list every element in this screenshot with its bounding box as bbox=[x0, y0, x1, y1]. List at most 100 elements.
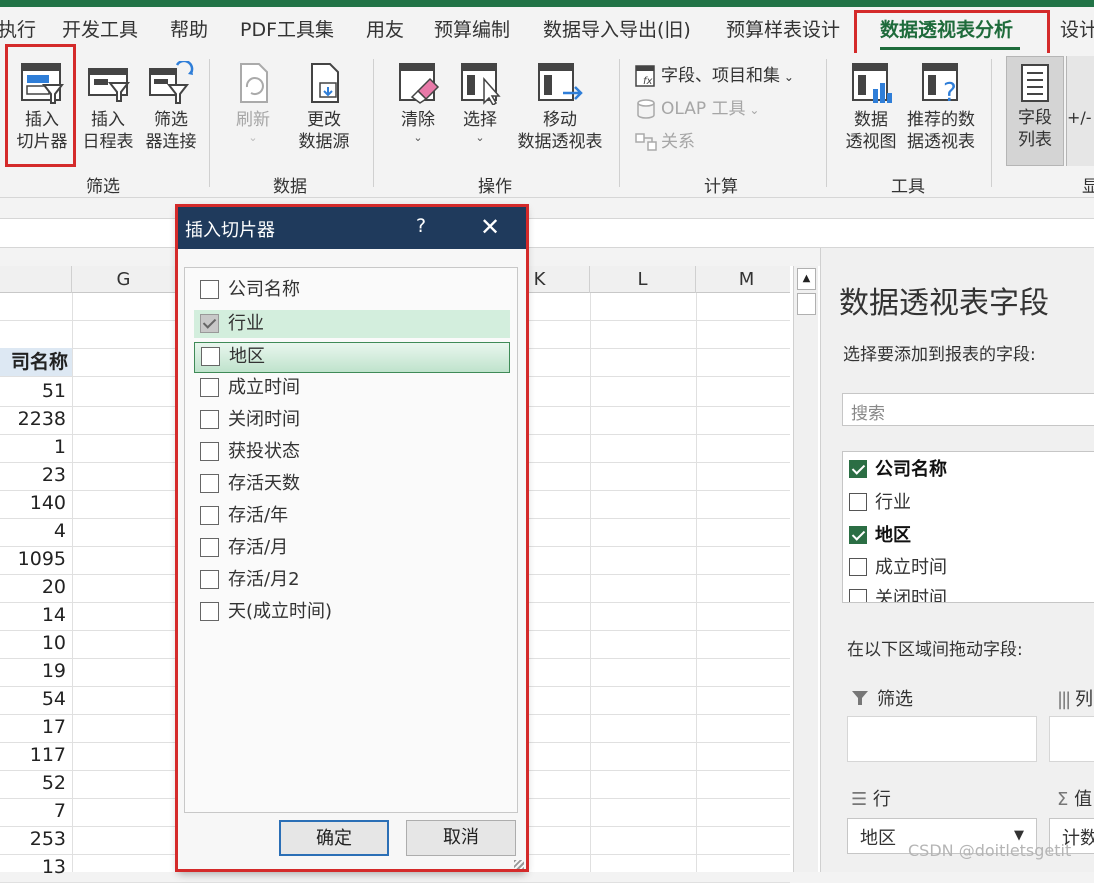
plus-minus-label: +/- bbox=[1067, 108, 1092, 127]
value-cell[interactable]: 51 bbox=[0, 380, 66, 402]
value-cell[interactable]: 117 bbox=[0, 744, 66, 766]
pane-field-label: 行业 bbox=[875, 492, 911, 513]
refresh-label: 刷新 bbox=[236, 110, 270, 130]
checkbox-icon[interactable] bbox=[849, 589, 867, 602]
plus-minus-button[interactable]: +/- bbox=[1066, 56, 1094, 166]
checkbox-icon[interactable] bbox=[849, 558, 867, 576]
group-label-tools: 工具 bbox=[891, 177, 925, 197]
tab-pdf-tools[interactable]: PDF工具集 bbox=[240, 15, 334, 42]
field-list-content: 字段 列表 bbox=[1007, 63, 1063, 151]
refresh-button[interactable]: 刷新 ⌄ bbox=[224, 61, 282, 145]
change-data-source-button[interactable]: 更改 数据源 bbox=[284, 61, 364, 153]
olap-tools-button[interactable]: OLAP 工具 ⌄ bbox=[634, 94, 759, 121]
tab-developer[interactable]: 开发工具 bbox=[62, 15, 138, 42]
slicer-highlight-box bbox=[5, 44, 76, 167]
columns-icon: ||| bbox=[1057, 689, 1071, 710]
filters-drop-area[interactable] bbox=[847, 716, 1037, 762]
pane-field-item[interactable]: 公司名称 bbox=[849, 455, 947, 481]
pane-field-label: 关闭时间 bbox=[875, 588, 947, 603]
fields-items-sets-button[interactable]: fx 字段、项目和集 ⌄ bbox=[634, 61, 794, 88]
ribbon: 插入 切片器 插入 日程表 筛选 器连接 筛选 刷新 ⌄ 更改 数据源 数据 清… bbox=[0, 53, 1094, 198]
relationships-button[interactable]: 关系 bbox=[634, 127, 695, 154]
field-search-input[interactable]: 搜索 bbox=[842, 393, 1094, 426]
pane-field-item[interactable]: 关闭时间 bbox=[849, 584, 947, 603]
vertical-scrollbar[interactable]: ▲ bbox=[793, 266, 818, 872]
clear-label: 清除 bbox=[401, 110, 435, 130]
column-header-l[interactable]: L bbox=[590, 266, 696, 293]
title-strip bbox=[0, 0, 1094, 7]
relationships-icon bbox=[635, 133, 657, 151]
recommended-pivot-button[interactable]: ? 推荐的数 据透视表 bbox=[900, 61, 982, 153]
pane-field-item[interactable]: 地区 bbox=[849, 521, 911, 547]
values-area-header: Σ 值 bbox=[1057, 785, 1092, 811]
pane-field-label: 成立时间 bbox=[875, 557, 947, 578]
ribbon-gap bbox=[0, 198, 1094, 218]
cylinder-icon bbox=[637, 99, 655, 119]
columns-drop-area[interactable] bbox=[1049, 716, 1094, 762]
group-label-show: 显 bbox=[1082, 177, 1094, 197]
column-header-g[interactable]: G bbox=[72, 266, 176, 293]
move-pivot-button[interactable]: 移动 数据透视表 bbox=[512, 61, 608, 153]
group-label-actions: 操作 bbox=[478, 177, 512, 197]
select-label: 选择 bbox=[463, 110, 497, 130]
value-cell[interactable]: 13 bbox=[0, 856, 66, 878]
scroll-thumb[interactable] bbox=[797, 293, 816, 315]
value-cell[interactable]: 4 bbox=[0, 520, 66, 542]
column-header-m[interactable]: M bbox=[696, 266, 798, 293]
pane-field-item[interactable]: 行业 bbox=[849, 488, 911, 514]
refresh-icon bbox=[240, 63, 268, 103]
value-cell[interactable]: 54 bbox=[0, 688, 66, 710]
tab-budget-compile[interactable]: 预算编制 bbox=[434, 15, 510, 42]
value-cell[interactable]: 1 bbox=[0, 436, 66, 458]
pane-field-item[interactable]: 成立时间 bbox=[849, 553, 947, 579]
recommended-pivot-icon: ? bbox=[922, 63, 958, 105]
columns-area-label: 列 bbox=[1074, 689, 1093, 710]
filter-connections-icon bbox=[149, 61, 194, 104]
value-cell[interactable]: 17 bbox=[0, 716, 66, 738]
select-cursor-icon bbox=[461, 63, 501, 105]
value-cell[interactable]: 20 bbox=[0, 576, 66, 598]
tab-help[interactable]: 帮助 bbox=[170, 15, 208, 42]
field-list-icon bbox=[1021, 64, 1049, 102]
tab-budget-template[interactable]: 预算样表设计 bbox=[726, 15, 840, 42]
checkbox-icon[interactable] bbox=[849, 493, 867, 511]
value-cell[interactable]: 14 bbox=[0, 604, 66, 626]
insert-timeline-button[interactable]: 插入 日程表 bbox=[78, 61, 138, 153]
filter-connections-label: 筛选 器连接 bbox=[145, 110, 197, 152]
value-cell[interactable]: 23 bbox=[0, 464, 66, 486]
checkbox-checked-icon[interactable] bbox=[849, 460, 867, 478]
select-button[interactable]: 选择 ⌄ bbox=[452, 61, 508, 145]
group-separator bbox=[209, 59, 210, 187]
value-cell[interactable]: 10 bbox=[0, 632, 66, 654]
pane-field-label: 地区 bbox=[875, 525, 911, 546]
tab-highlight-box bbox=[854, 10, 1050, 57]
tab-execute[interactable]: 执行 bbox=[0, 15, 36, 42]
pivot-chart-button[interactable]: 数据 透视图 bbox=[840, 61, 902, 153]
tab-design[interactable]: 设计 bbox=[1060, 15, 1094, 42]
grid-line bbox=[590, 293, 591, 872]
fx-table-icon: fx bbox=[635, 65, 655, 87]
filter-connections-button[interactable]: 筛选 器连接 bbox=[140, 61, 202, 153]
value-cell[interactable]: 140 bbox=[0, 492, 66, 514]
clear-button[interactable]: 清除 ⌄ bbox=[390, 61, 446, 145]
column-header-hidden[interactable] bbox=[0, 266, 72, 293]
chevron-down-icon: ⌄ bbox=[475, 131, 485, 144]
move-pivot-icon bbox=[538, 63, 583, 101]
group-separator bbox=[373, 59, 374, 187]
field-list-button[interactable]: 字段 列表 bbox=[1006, 56, 1064, 166]
value-cell[interactable]: 52 bbox=[0, 772, 66, 794]
tab-yonyou[interactable]: 用友 bbox=[366, 15, 404, 42]
scroll-up-icon[interactable]: ▲ bbox=[797, 268, 816, 290]
value-cell[interactable]: 253 bbox=[0, 828, 66, 850]
tab-data-import-export[interactable]: 数据导入导出(旧) bbox=[543, 15, 691, 42]
group-label-filter: 筛选 bbox=[86, 177, 120, 197]
header-cell[interactable]: 司名称 bbox=[0, 348, 72, 376]
value-cell[interactable]: 2238 bbox=[0, 408, 66, 430]
checkbox-checked-icon[interactable] bbox=[849, 526, 867, 544]
pane-field-list: 公司名称 行业 地区 成立时间 关闭时间 bbox=[842, 451, 1094, 603]
formula-bar[interactable] bbox=[0, 218, 1094, 248]
value-cell[interactable]: 7 bbox=[0, 800, 66, 822]
value-cell[interactable]: 19 bbox=[0, 660, 66, 682]
rows-area-header: ☰ 行 bbox=[851, 785, 891, 811]
value-cell[interactable]: 1095 bbox=[0, 548, 66, 570]
